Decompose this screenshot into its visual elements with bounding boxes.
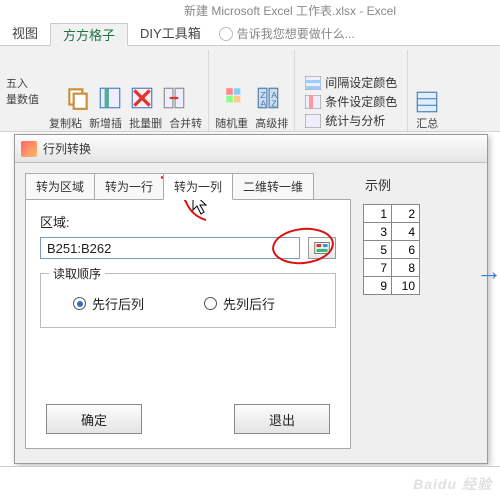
- range-picker-button[interactable]: [308, 237, 336, 259]
- merge-label[interactable]: 合并转: [169, 115, 202, 131]
- ribbon-left-2: 量数值: [6, 91, 39, 107]
- summary-icon[interactable]: [414, 89, 440, 115]
- radio-rowcol-label: 先行后列: [92, 294, 144, 313]
- tell-me[interactable]: 告诉我您想要做什么...: [219, 22, 355, 45]
- copy-label[interactable]: 复制粘: [49, 115, 82, 131]
- radio-dot-icon: [73, 297, 86, 310]
- ribbon: 五入 量数值 复制粘 新增插 批量删 合并转 ZAAZ 随机重 高级排 间隔设定…: [0, 46, 500, 132]
- tab-diy[interactable]: DIY工具箱: [128, 22, 213, 45]
- random-icon[interactable]: [223, 85, 249, 111]
- radio-dot-icon: [204, 297, 217, 310]
- svg-text:Z: Z: [271, 99, 277, 109]
- region-label: 区域:: [40, 212, 336, 231]
- cond-interval[interactable]: 间隔设定颜色: [305, 74, 397, 91]
- ribbon-group-edit: 复制粘 新增插 批量删 合并转: [43, 50, 209, 131]
- tab-panel: 区域: 读取顺序 先行后列: [25, 199, 351, 449]
- table-row: 34: [364, 223, 420, 241]
- arrow-icon: →: [476, 256, 500, 287]
- delete-label[interactable]: 批量删: [129, 115, 162, 131]
- dialog-title: 行列转换: [43, 140, 91, 157]
- example-label: 示例: [365, 175, 481, 194]
- tab-row[interactable]: 转为一行: [94, 173, 164, 200]
- cond-condition[interactable]: 条件设定颜色: [305, 93, 397, 110]
- tab-ffgz[interactable]: 方方格子: [50, 23, 128, 46]
- rowcol-dialog: 行列转换 转为区域 转为一行 转为一列 二维转一维 区域: 读取顺序: [14, 134, 488, 464]
- order-group: 读取顺序 先行后列 先列后行: [40, 273, 336, 328]
- app-title: 新建 Microsoft Excel 工作表.xlsx - Excel: [184, 4, 396, 18]
- order-group-title: 读取顺序: [49, 265, 105, 282]
- tab-2d[interactable]: 二维转一维: [232, 173, 314, 200]
- copy-icon[interactable]: [65, 85, 91, 111]
- radio-colrow[interactable]: 先列后行: [204, 294, 275, 313]
- summary-label[interactable]: 汇总: [416, 115, 438, 131]
- dialog-titlebar[interactable]: 行列转换: [15, 135, 487, 163]
- table-row: 12: [364, 205, 420, 223]
- merge-icon[interactable]: [161, 85, 187, 111]
- dialog-app-icon: [21, 141, 37, 157]
- radio-rowcol[interactable]: 先行后列: [73, 294, 144, 313]
- tab-view[interactable]: 视图: [0, 22, 50, 45]
- cancel-button[interactable]: 退出: [234, 404, 330, 434]
- region-input[interactable]: [40, 237, 300, 259]
- random-label[interactable]: 随机重: [215, 115, 248, 131]
- cond-stats[interactable]: 统计与分析: [305, 112, 397, 129]
- watermark: Baidu 经验: [413, 474, 492, 494]
- radio-colrow-label: 先列后行: [223, 294, 275, 313]
- ok-button[interactable]: 确定: [46, 404, 142, 434]
- table-row: 910: [364, 277, 420, 295]
- insert-label[interactable]: 新增插: [89, 115, 122, 131]
- ribbon-left-1: 五入: [6, 75, 39, 91]
- tab-region[interactable]: 转为区域: [25, 173, 95, 200]
- table-row: 56: [364, 241, 420, 259]
- table-row: 78: [364, 259, 420, 277]
- insert-icon[interactable]: [97, 85, 123, 111]
- tab-col[interactable]: 转为一列: [163, 173, 233, 200]
- bulb-icon: [219, 27, 233, 41]
- svg-text:A: A: [260, 99, 266, 109]
- title-bar: 新建 Microsoft Excel 工作表.xlsx - Excel: [0, 0, 500, 22]
- sort-label[interactable]: 高级排: [255, 115, 288, 131]
- delete-icon[interactable]: [129, 85, 155, 111]
- ribbon-group-summary: 汇总: [408, 50, 446, 131]
- sort-icon[interactable]: ZAAZ: [255, 85, 281, 111]
- ribbon-group-cond: 间隔设定颜色 条件设定颜色 统计与分析: [295, 50, 408, 131]
- ribbon-group-sort: ZAAZ 随机重 高级排: [209, 50, 295, 131]
- example-table: 12 34 56 78 910: [363, 204, 420, 295]
- tell-me-label: 告诉我您想要做什么...: [237, 25, 355, 42]
- dialog-tabs: 转为区域 转为一行 转为一列 二维转一维: [25, 173, 351, 200]
- ribbon-tabs: 视图 方方格子 DIY工具箱 告诉我您想要做什么...: [0, 22, 500, 46]
- ribbon-left-labels: 五入 量数值: [6, 50, 43, 131]
